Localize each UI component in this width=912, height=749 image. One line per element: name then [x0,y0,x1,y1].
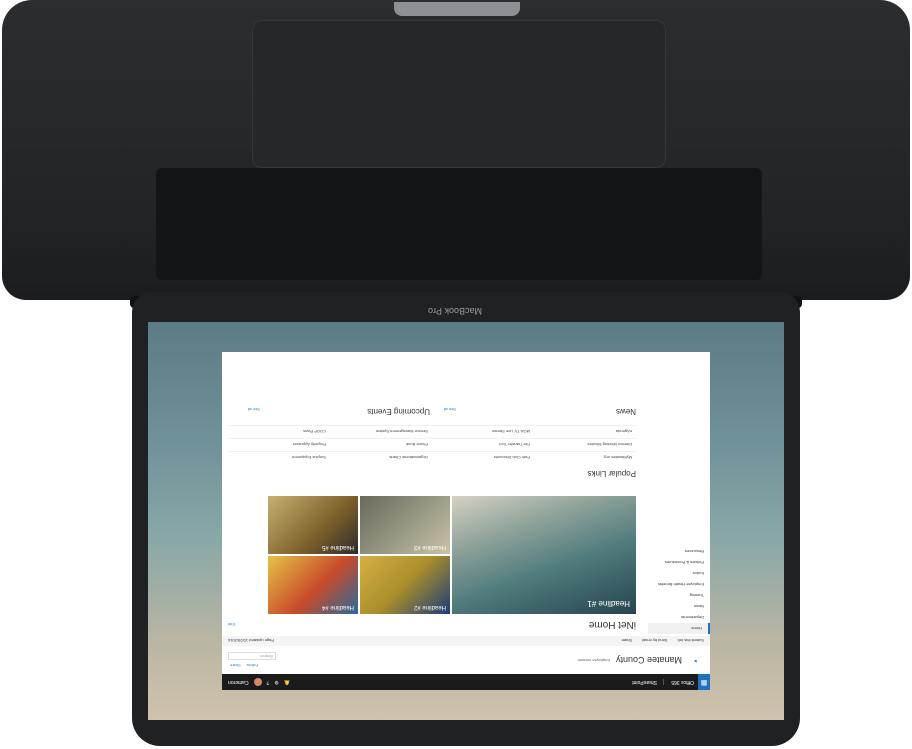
cmd-submit[interactable]: Submit this InIt [678,638,704,643]
gear-icon[interactable]: ⚙ [274,679,278,685]
sharepoint-page-rotated: ▦ Office 365 SharePoint 🔔 ⚙ ? Cameron ◔ … [148,322,784,720]
left-nav: Home Departments News Training Employee … [648,546,710,634]
tile-headline: Headline #4 [321,604,354,610]
keyboard [156,168,762,280]
tile-headline: Headline #3 [413,544,446,550]
search-input[interactable]: Search [228,652,276,660]
bell-icon[interactable]: 🔔 [284,679,290,685]
suite-bar: ▦ Office 365 SharePoint 🔔 ⚙ ? Cameron [222,674,710,690]
command-actions: Submit this InIt Send by email Share [621,638,704,643]
news-tile[interactable]: Headline #2 [360,556,450,614]
link-item[interactable]: Service Management System [330,430,432,435]
nav-item-benefits[interactable]: Employee Health Benefits [648,579,710,590]
popular-links: MyManatee.org Park Club Discounts Organi… [228,425,636,464]
cmd-email[interactable]: Send by email [642,638,667,643]
user-name[interactable]: Cameron [228,679,249,685]
suite-actions: 🔔 ⚙ ? Cameron [228,678,290,686]
nav-item-home[interactable]: Home [648,623,710,634]
links-row: Director Meeting Minutes File Transfer T… [228,438,636,451]
link-item[interactable]: Organizational Charts [330,456,432,461]
link-item[interactable]: Surplus Equipment [228,456,330,461]
link-item[interactable]: Park Club Discounts [432,456,534,461]
device-brand: MacBook Pro [428,306,483,316]
cmd-share[interactable]: Share [621,638,632,643]
nav-item-training[interactable]: Training [648,590,710,601]
news-tile[interactable]: Headline #5 [268,496,358,554]
events-title: Upcoming Events [367,407,430,416]
link-item[interactable]: File Transfer Tool [432,443,534,448]
hinge-notch [394,2,520,16]
tile-headline: Headline #5 [321,544,354,550]
screen: ▦ Office 365 SharePoint 🔔 ⚙ ? Cameron ◔ … [148,322,784,720]
site-page: ◔ Manatee County Employee Intranet Follo… [222,352,710,674]
page-title: iNet Home [588,619,636,630]
photo-stage: MacBook Pro ▦ Office 365 SharePoint 🔔 ⚙ … [0,0,912,749]
nav-item-policies[interactable]: Policies & Procedures [648,557,710,568]
link-item[interactable]: MGA-TV Live Stream [432,430,534,435]
laptop-base [2,0,910,300]
command-bar: Submit this InIt Send by email Share Pag… [222,636,710,646]
news-tile[interactable]: Headline #3 [360,496,450,554]
events-see-all[interactable]: See all [248,407,260,412]
suite-title[interactable]: Office 365 [671,679,694,685]
news-title: News [615,407,636,416]
help-icon[interactable]: ? [267,679,270,685]
nav-item-departments[interactable]: Departments [648,612,710,623]
site-header: ◔ Manatee County Employee Intranet Follo… [222,646,710,674]
link-item[interactable]: Property Appraiser [228,443,330,448]
tile-headline: Headline #2 [413,604,446,610]
site-logo-icon[interactable]: ◔ [686,654,700,666]
waffle-icon[interactable]: ▦ [698,674,710,690]
share-link[interactable]: Share [230,663,241,668]
link-item[interactable]: Director Meeting Minutes [534,443,636,448]
follow-link[interactable]: Follow [247,663,259,668]
link-item[interactable]: eAgenda [534,430,636,435]
header-actions: Follow Share [230,663,258,668]
hero-news-tile[interactable]: Headline #1 [452,496,636,614]
edit-link[interactable]: Edit [228,622,235,627]
link-item[interactable]: Phone Book [330,443,432,448]
nav-item-kudos[interactable]: Kudos [648,568,710,579]
links-row: MyManatee.org Park Club Discounts Organi… [228,451,636,464]
nav-item-news[interactable]: News [648,601,710,612]
avatar[interactable] [253,678,262,686]
page-updated: Page updated 10/25/2016 [228,638,275,643]
suite-app-name[interactable]: SharePoint [632,679,664,685]
site-subtitle: Employee Intranet [577,658,610,663]
link-item[interactable]: COOP Plans [228,430,330,435]
trackpad [252,20,666,168]
nav-item-resources[interactable]: Resources [648,546,710,557]
site-title[interactable]: Manatee County [616,655,682,665]
popular-links-title: Popular Links [587,469,636,478]
news-tile[interactable]: Headline #4 [268,556,358,614]
hero-headline: Headline #1 [587,599,630,608]
news-see-all[interactable]: See all [444,407,456,412]
links-row: eAgenda MGA-TV Live Stream Service Manag… [228,425,636,438]
link-item[interactable]: MyManatee.org [534,456,636,461]
